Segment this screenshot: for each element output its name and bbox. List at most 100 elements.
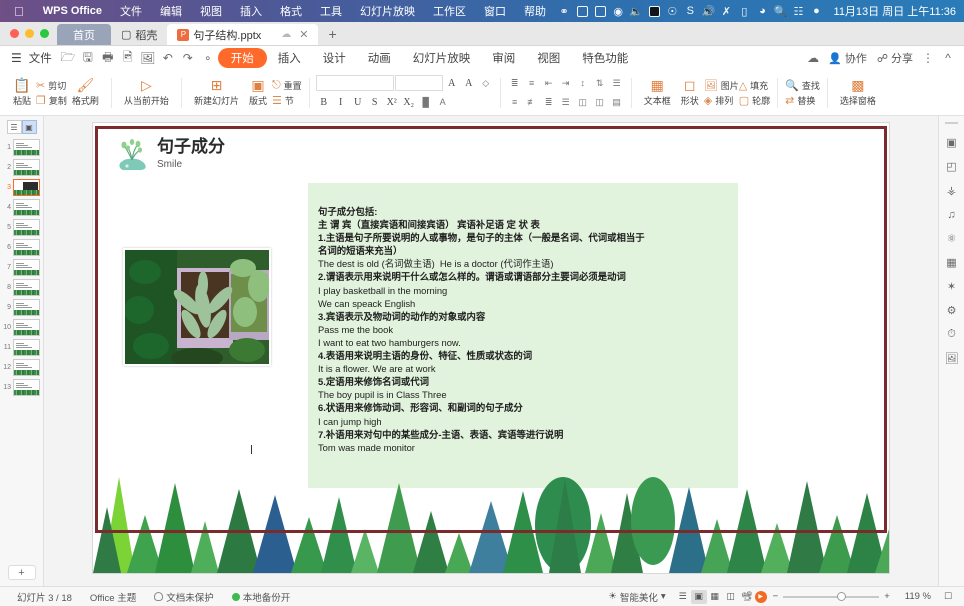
font-size-select[interactable] xyxy=(394,75,443,91)
italic-button[interactable]: I xyxy=(333,94,349,110)
find-button[interactable]: 🔍 查找 xyxy=(785,79,820,92)
menu-item-wps-office[interactable]: WPS Office xyxy=(34,5,111,17)
effects-icon[interactable]: ⚛ xyxy=(943,231,960,246)
zoom-out-button[interactable]: − xyxy=(773,591,779,602)
thumbnail-slide-1[interactable]: 1 xyxy=(0,139,43,156)
airdrop-icon[interactable]: ✗ xyxy=(717,4,735,18)
subscript-button[interactable]: X₂ xyxy=(401,94,417,110)
layout-button[interactable]: ▣ 版式 xyxy=(244,78,272,107)
export-pdf-icon[interactable]: 🖼 xyxy=(138,49,158,67)
current-slide[interactable]: 句子成分 Smile 句子成分包括: 主 谓 宾（直接宾语和间接宾语） 宾语补足… xyxy=(92,122,890,574)
from-current-slide-button[interactable]: ▷ 从当前开始 xyxy=(119,78,174,107)
increase-indent-icon[interactable]: ⇥ xyxy=(558,75,574,91)
menu-item-insert[interactable]: 插入 xyxy=(231,3,271,19)
thumbnail-slide-8[interactable]: 8 xyxy=(0,279,43,296)
menu-item-file[interactable]: 文件 xyxy=(111,3,151,19)
ribbon-tab-review[interactable]: 审阅 xyxy=(481,50,526,66)
slide-indicator[interactable]: 幻灯片 3 / 18 xyxy=(8,590,81,604)
align-center-icon[interactable]: ≢ xyxy=(524,94,540,110)
more-icon[interactable]: ⋮ xyxy=(918,49,938,67)
search-icon[interactable]: 🔍 xyxy=(771,4,789,18)
insert-element-icon[interactable]: ⚶ xyxy=(943,183,960,198)
redo-icon[interactable]: ↷ xyxy=(178,49,198,67)
normal-view-icon[interactable]: ▣ xyxy=(690,589,707,604)
ribbon-tab-slideshow[interactable]: 幻灯片放映 xyxy=(402,50,482,66)
ribbon-tab-features[interactable]: 特色功能 xyxy=(571,50,639,66)
shrink-font-button[interactable]: A xyxy=(461,75,477,91)
cloud-sync-icon[interactable]: ☁ xyxy=(803,49,823,67)
add-slide-button[interactable]: + xyxy=(7,565,36,580)
bold-button[interactable]: B xyxy=(316,94,332,110)
ribbon-file-menu[interactable]: 文件 xyxy=(27,50,58,66)
open-icon[interactable]: 🗁 xyxy=(58,49,78,67)
thumbnail-slide-9[interactable]: 9 xyxy=(0,299,43,316)
smart-art-icon[interactable]: ▤ xyxy=(609,94,625,110)
strikethrough-button[interactable]: S xyxy=(367,94,383,110)
menu-item-format[interactable]: 格式 xyxy=(271,3,311,19)
close-tab-icon[interactable]: ✕ xyxy=(299,28,308,41)
thumbnail-slide-4[interactable]: 4 xyxy=(0,199,43,216)
shield-icon[interactable]: ◉ xyxy=(609,4,627,18)
tab-home[interactable]: 首页 xyxy=(57,24,111,45)
shape-button[interactable]: ◻ 形状 xyxy=(676,78,704,107)
cut-button[interactable]: ✂ 剪切 xyxy=(36,79,67,92)
slide-sorter-icon[interactable]: ▦ xyxy=(707,590,723,604)
zoom-level-label[interactable]: 119 % xyxy=(896,591,940,602)
bluetooth-icon[interactable]: ☉ xyxy=(663,4,681,18)
ribbon-tab-view[interactable]: 视图 xyxy=(526,50,571,66)
note-icon[interactable] xyxy=(591,4,609,18)
frame-icon[interactable]: ▦ xyxy=(943,255,960,270)
image-tool-icon[interactable]: 🖼 xyxy=(943,351,960,366)
thumbnail-slide-6[interactable]: 6 xyxy=(0,239,43,256)
copy-button[interactable]: ❐ 复制 xyxy=(36,94,67,107)
plant-photo[interactable] xyxy=(123,248,271,366)
adjust-icon[interactable]: ⚙ xyxy=(943,303,960,318)
print-preview-icon[interactable]: 🖻 xyxy=(118,49,138,67)
ribbon-tab-start[interactable]: 开始 xyxy=(217,48,267,68)
protection-status[interactable]: 文档未保护 xyxy=(145,590,223,604)
ribbon-tab-insert[interactable]: 插入 xyxy=(267,50,312,66)
print-icon[interactable]: 🖶 xyxy=(98,49,118,67)
select-pane-button[interactable]: ▩ 选择窗格 xyxy=(835,78,881,107)
slide-design-icon[interactable]: ▣ xyxy=(943,135,960,150)
menu-item-slideshow[interactable]: 幻灯片放映 xyxy=(351,3,424,19)
thumbnail-slide-2[interactable]: 2 xyxy=(0,159,43,176)
stats-icon[interactable]: S xyxy=(681,4,699,18)
wechat-icon[interactable] xyxy=(573,4,591,18)
share-button[interactable]: ☍ 分享 xyxy=(872,50,918,66)
cloud-icon[interactable]: ☁ xyxy=(281,29,291,40)
section-button[interactable]: ☰ 节 xyxy=(272,94,302,107)
tab-presentation-file[interactable]: P 句子结构.pptx ☁ ✕ xyxy=(167,24,319,45)
battery-icon[interactable]: ▯ xyxy=(735,4,753,18)
thumbnail-slide-5[interactable]: 5 xyxy=(0,219,43,236)
thumbnail-slide-11[interactable]: 11 xyxy=(0,339,43,356)
undo-icon[interactable]: ↶ xyxy=(158,49,178,67)
collab-button[interactable]: 👤 协作 xyxy=(823,50,872,66)
beautify-button[interactable]: ☀ 智能美化 ▾ xyxy=(599,590,674,604)
clear-format-icon[interactable]: ◇ xyxy=(478,75,494,91)
align-left-icon[interactable]: ≡ xyxy=(507,94,523,110)
font-color-icon[interactable]: A xyxy=(435,94,451,110)
columns-icon[interactable]: ◫ xyxy=(592,94,608,110)
ribbon-tab-animation[interactable]: 动画 xyxy=(357,50,402,66)
outline-button[interactable]: ▢ 轮廓 xyxy=(739,94,770,107)
screen-icon[interactable] xyxy=(645,4,663,18)
close-window-button[interactable] xyxy=(10,28,19,38)
theme-label[interactable]: Office 主题 xyxy=(81,590,145,604)
control-center-icon[interactable]: ☷ xyxy=(789,4,807,18)
save-icon[interactable]: 🖫 xyxy=(78,49,98,67)
ribbon-tab-design[interactable]: 设计 xyxy=(312,50,357,66)
arrange-button[interactable]: ◈ 排列 xyxy=(704,94,739,107)
format-painter-button[interactable]: 🖌 格式刷 xyxy=(67,78,104,107)
chevron-up-icon[interactable]: ^ xyxy=(938,49,958,67)
new-slide-button[interactable]: ⊞ 新建幻灯片 xyxy=(189,78,244,107)
picture-button[interactable]: 🖼 图片 xyxy=(704,79,739,92)
media-icon[interactable]: ♫ xyxy=(943,207,960,222)
siri-icon[interactable]: ● xyxy=(807,4,825,18)
menu-item-tools[interactable]: 工具 xyxy=(311,3,351,19)
thumbnail-slide-12[interactable]: 12 xyxy=(0,359,43,376)
font-name-select[interactable] xyxy=(315,75,394,91)
slide-body-textbox[interactable]: 句子成分包括: 主 谓 宾（直接宾语和间接宾语） 宾语补足语 定 状 表 1.主语是… xyxy=(308,183,738,488)
zoom-track[interactable] xyxy=(783,591,880,601)
new-tab-button[interactable]: + xyxy=(318,24,346,45)
